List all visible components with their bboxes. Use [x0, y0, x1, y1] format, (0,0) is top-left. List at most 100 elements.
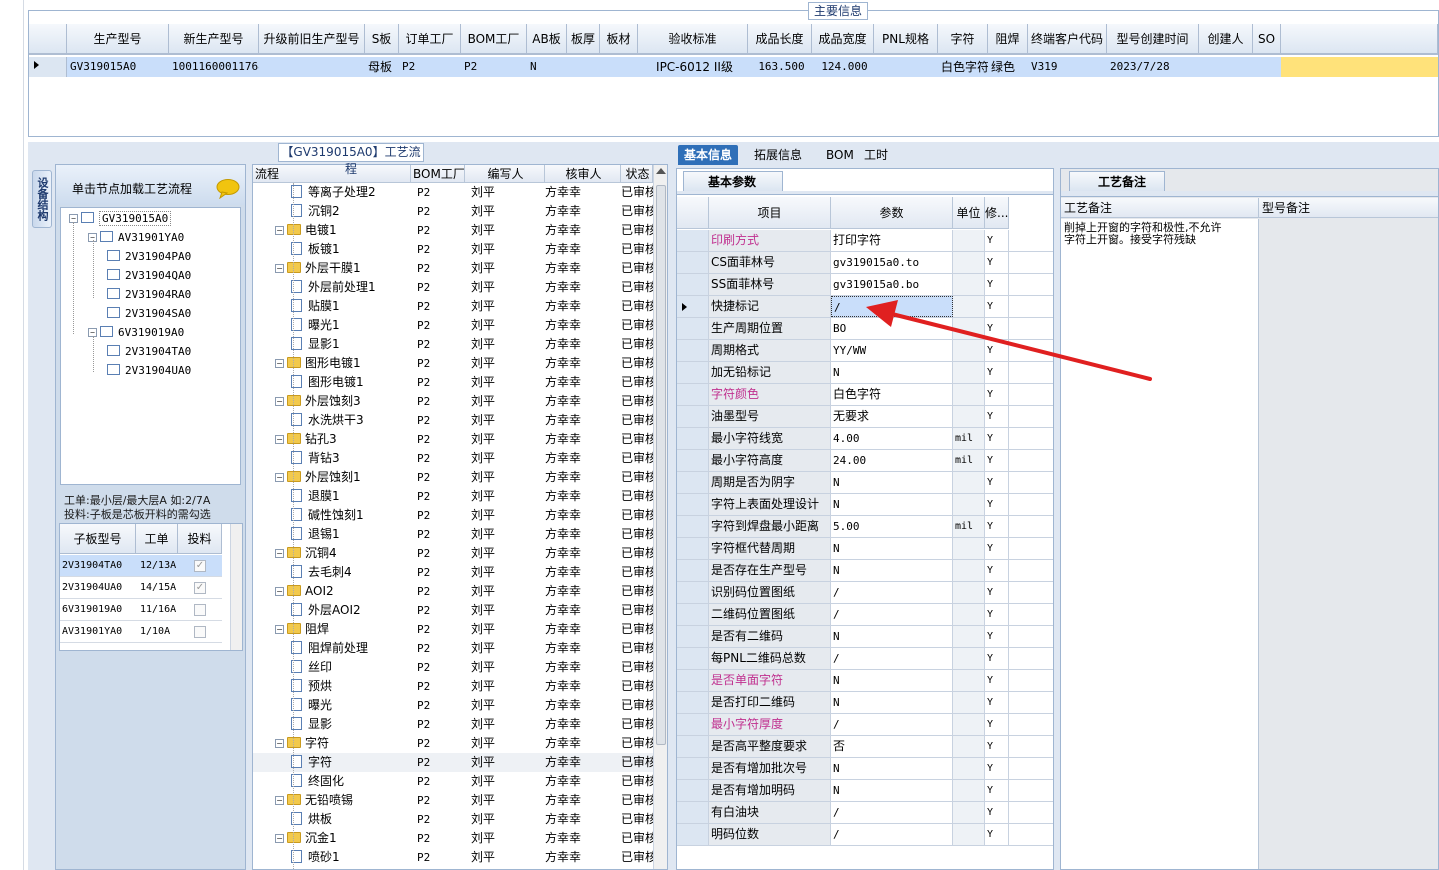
sub-table-row[interactable]: 2V31904UA0 14/15A ✓	[60, 577, 222, 599]
param-row-selector[interactable]	[677, 274, 709, 295]
param-row[interactable]: 最小字符高度 24.00 mil Y	[677, 450, 1053, 472]
flow-col-header-4[interactable]: 状态	[621, 165, 653, 183]
main-col-header-7[interactable]: 板厚	[567, 24, 600, 54]
flow-row[interactable]: 曝光 P2 刘平 方幸幸 已审核	[253, 696, 653, 715]
flow-col-header-2[interactable]: 编写人	[465, 165, 545, 183]
param-row[interactable]: 油墨型号 无要求 Y	[677, 406, 1053, 428]
param-row[interactable]: 最小字符厚度 / Y	[677, 714, 1053, 736]
param-row-selector[interactable]	[677, 692, 709, 713]
tree-node[interactable]: 2V31904RA0	[107, 286, 191, 304]
flow-row[interactable]: − 字符 P2 刘平 方幸幸 已审核	[253, 734, 653, 753]
flow-row[interactable]: − 无铅喷锡 P2 刘平 方幸幸 已审核	[253, 791, 653, 810]
main-col-header-14[interactable]: 阻焊	[988, 24, 1028, 54]
main-cell-15[interactable]: V319	[1031, 57, 1107, 77]
flow-row[interactable]: 板镀1 P2 刘平 方幸幸 已审核	[253, 240, 653, 259]
param-value[interactable]: N	[831, 626, 953, 647]
param-value[interactable]: N	[831, 560, 953, 581]
param-value[interactable]: 无要求	[831, 406, 953, 427]
flow-row[interactable]: 等离子处理2 P2 刘平 方幸幸 已审核	[253, 183, 653, 202]
model-note-cell[interactable]	[1260, 219, 1438, 869]
sub-table-row[interactable]: 2V31904TA0 12/13A ✓	[60, 555, 222, 577]
main-cell-5[interactable]: P2	[464, 57, 527, 77]
param-value[interactable]: N	[831, 494, 953, 515]
flow-row[interactable]: 外层AOI2 P2 刘平 方幸幸 已审核	[253, 601, 653, 620]
collapse-icon[interactable]: −	[275, 435, 284, 444]
main-cell-0[interactable]: GV319015A0	[70, 57, 169, 77]
tree-node[interactable]: 2V31904TA0	[107, 343, 191, 361]
tree-node[interactable]: 2V31904SA0	[107, 305, 191, 323]
param-row[interactable]: 是否打印二维码 N Y	[677, 692, 1053, 714]
flow-row[interactable]: − 阻焊 P2 刘平 方幸幸 已审核	[253, 620, 653, 639]
flow-scroll-thumb[interactable]	[656, 185, 666, 745]
param-value[interactable]: /	[831, 648, 953, 669]
sub-col-header-0[interactable]: 子板型号	[60, 524, 136, 554]
param-row-selector[interactable]	[677, 582, 709, 603]
param-row[interactable]: 字符颜色 白色字符 Y	[677, 384, 1053, 406]
param-row-selector[interactable]	[677, 824, 709, 845]
sub-table-row[interactable]: 6V319019A0 11/16A	[60, 599, 222, 621]
param-value[interactable]: N	[831, 670, 953, 691]
flow-row[interactable]: 碱性蚀刻1 P2 刘平 方幸幸 已审核	[253, 506, 653, 525]
param-row[interactable]: SS面菲林号 gv319015a0.bo Y	[677, 274, 1053, 296]
flow-row[interactable]: 贴膜1 P2 刘平 方幸幸 已审核	[253, 297, 653, 316]
main-col-header-5[interactable]: BOM工厂	[461, 24, 527, 54]
flow-row[interactable]: 阻焊前处理 P2 刘平 方幸幸 已审核	[253, 639, 653, 658]
flow-scrollbar[interactable]	[653, 165, 667, 869]
param-row[interactable]: 快捷标记 / Y	[677, 296, 1053, 318]
flow-row[interactable]: 显影 P2 刘平 方幸幸 已审核	[253, 715, 653, 734]
tree-node[interactable]: 2V31904QA0	[107, 267, 191, 285]
tree-node[interactable]: 2V31904UA0	[107, 362, 191, 380]
param-row-selector[interactable]	[677, 472, 709, 493]
flow-col-header-0[interactable]: 流程	[253, 165, 411, 183]
main-cell-6[interactable]: N	[530, 57, 567, 77]
sub-table-scrollbar[interactable]	[230, 524, 242, 650]
param-row-selector[interactable]	[677, 494, 709, 515]
main-col-header-17[interactable]: 创建人	[1199, 24, 1253, 54]
tree-node[interactable]: 2V31904PA0	[107, 248, 191, 266]
main-col-header-8[interactable]: 板材	[600, 24, 638, 54]
flow-row[interactable]: − 外层蚀刻3 P2 刘平 方幸幸 已审核	[253, 392, 653, 411]
process-note-cell[interactable]: 削掉上开窗的字符和极性,不允许字符上开窗。接受字符残缺	[1061, 219, 1259, 869]
flow-row[interactable]: 退锡1 P2 刘平 方幸幸 已审核	[253, 525, 653, 544]
sub-col-header-2[interactable]: 投料	[178, 524, 222, 554]
collapse-icon[interactable]: −	[275, 226, 284, 235]
main-cell-16[interactable]: 2023/7/28	[1110, 57, 1199, 77]
param-row[interactable]: 是否高平整度要求否 Y	[677, 736, 1053, 758]
param-row[interactable]: 识别码位置图纸 / Y	[677, 582, 1053, 604]
feed-checkbox[interactable]: ✓	[194, 582, 206, 594]
flow-row[interactable]: − 钻孔3 P2 刘平 方幸幸 已审核	[253, 430, 653, 449]
main-col-header-13[interactable]: 字符	[938, 24, 988, 54]
param-value[interactable]: /	[831, 824, 953, 845]
sub-table-row[interactable]: AV31901YA0 1/10A	[60, 621, 222, 643]
side-tab-device-structure[interactable]: 设备结构	[32, 170, 52, 228]
flow-row[interactable]: 背钻3 P2 刘平 方幸幸 已审核	[253, 449, 653, 468]
flow-col-header-1[interactable]: BOM工厂	[411, 165, 465, 183]
sub-col-header-1[interactable]: 工单	[136, 524, 178, 554]
param-row[interactable]: 印刷方式 打印字符 Y	[677, 230, 1053, 252]
flow-row[interactable]: 外层前处理1 P2 刘平 方幸幸 已审核	[253, 278, 653, 297]
param-value[interactable]: N	[831, 538, 953, 559]
param-row-selector[interactable]	[677, 780, 709, 801]
param-row-selector[interactable]	[677, 384, 709, 405]
main-col-header-10[interactable]: 成品长度	[748, 24, 812, 54]
param-row-selector[interactable]	[677, 252, 709, 273]
process-note-subtab[interactable]: 工艺备注	[1069, 171, 1165, 191]
param-row-selector[interactable]	[677, 714, 709, 735]
params-col-header-3[interactable]: 修...	[985, 197, 1009, 229]
param-row[interactable]: 每PNL二维码总数 / Y	[677, 648, 1053, 670]
param-value[interactable]: BO	[831, 318, 953, 339]
param-value[interactable]: /	[831, 802, 953, 823]
param-value[interactable]: 24.00	[831, 450, 953, 471]
param-value[interactable]: 4.00	[831, 428, 953, 449]
param-row-selector[interactable]	[677, 758, 709, 779]
flow-row[interactable]: 喷砂1 P2 刘平 方幸幸 已审核	[253, 848, 653, 867]
flow-row[interactable]: 终固化 P2 刘平 方幸幸 已审核	[253, 772, 653, 791]
collapse-icon[interactable]: −	[275, 796, 284, 805]
flow-row[interactable]: − 外层干膜1 P2 刘平 方幸幸 已审核	[253, 259, 653, 278]
main-col-header-4[interactable]: 订单工厂	[399, 24, 461, 54]
param-row-selector[interactable]	[677, 626, 709, 647]
flow-col-header-3[interactable]: 核审人	[545, 165, 621, 183]
main-info-row[interactable]: GV319015A0 10011600011768 母板 P2 P2 N IPC-6012 …	[29, 57, 1438, 77]
flow-row[interactable]: − 沉铜4 P2 刘平 方幸幸 已审核	[253, 544, 653, 563]
main-cell-4[interactable]: P2	[402, 57, 461, 77]
